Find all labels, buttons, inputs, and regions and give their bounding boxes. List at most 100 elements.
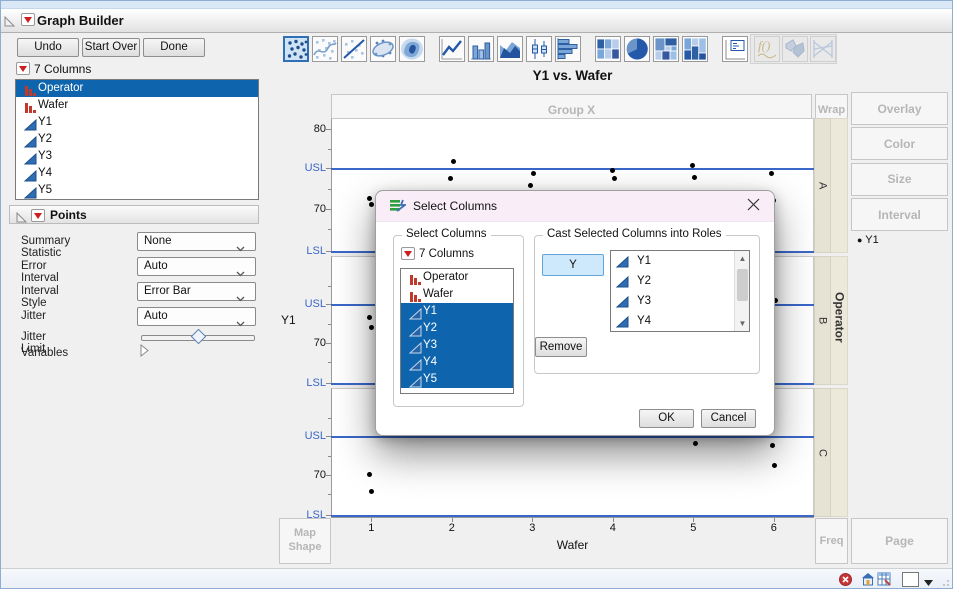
role-item-y4[interactable]: Y4 (611, 311, 749, 331)
error-badge-icon[interactable] (839, 573, 852, 588)
dropdown-value: Auto (144, 310, 168, 322)
map-shape-drop-zone[interactable]: Map Shape (279, 518, 331, 564)
graph-builder-window: Graph Builder Undo Start Over Done 7 Col… (0, 0, 953, 589)
area-chart-icon[interactable] (497, 36, 523, 62)
y-axis-minor-tick (328, 323, 331, 325)
column-item-label: Y4 (423, 356, 438, 368)
page-drop-zone[interactable]: Page (851, 518, 948, 564)
overlay-drop-zone[interactable]: Overlay (851, 92, 948, 125)
column-item-y2[interactable]: Y2 (16, 131, 258, 148)
y-axis-tick-label: 80 (313, 123, 326, 136)
bar-chart-icon[interactable] (468, 36, 494, 62)
column-item-y4[interactable]: Y4 (401, 354, 513, 371)
data-point (368, 325, 374, 331)
data-table-icon[interactable] (877, 572, 891, 588)
columns-panel-header: 7 Columns (34, 62, 92, 76)
red-triangle-menu-button[interactable] (21, 13, 35, 26)
ok-button[interactable]: OK (639, 409, 694, 428)
mosaic-icon[interactable] (682, 36, 708, 62)
select-columns-group-label: Select Columns (402, 228, 491, 240)
swatch-dropdown-arrow-icon[interactable] (924, 574, 933, 588)
y-axis-minor-tick (328, 494, 331, 496)
interval-style-dropdown[interactable]: Error Bar (137, 282, 256, 302)
group-strip-label: Operator (832, 292, 847, 343)
summary-statistic-dropdown[interactable]: None (137, 232, 256, 252)
column-item-operator[interactable]: Operator (16, 80, 258, 97)
dialog-columns-list: Operator Wafer Y1 Y2 Y3 Y4 Y5 (400, 268, 514, 394)
color-drop-zone[interactable]: Color (851, 127, 948, 161)
column-item-y2[interactable]: Y2 (401, 320, 513, 337)
column-item-wafer[interactable]: Wafer (16, 97, 258, 114)
data-point (366, 196, 372, 202)
data-point (770, 442, 776, 448)
cancel-button[interactable]: Cancel (701, 409, 756, 428)
line-of-fit-icon[interactable] (341, 36, 367, 62)
undo-button[interactable]: Undo (17, 38, 79, 57)
color-swatch[interactable] (902, 572, 919, 587)
caption-box-icon[interactable] (722, 36, 748, 62)
panel-strip-B: B (814, 256, 831, 385)
select-columns-dialog: Select Columns Select Columns 7 Columns … (375, 190, 775, 436)
x-axis-line (331, 517, 814, 518)
scroll-up-icon[interactable]: ▲ (735, 251, 750, 266)
error-interval-dropdown[interactable]: Auto (137, 257, 256, 277)
collapse-triangle-icon[interactable] (4, 14, 16, 32)
start-over-button[interactable]: Start Over (82, 38, 140, 57)
dropdown-value: Error Bar (144, 285, 191, 297)
column-item-y1[interactable]: Y1 (401, 303, 513, 320)
spec-limit-label: LSL (306, 245, 326, 257)
role-item-y2[interactable]: Y2 (611, 271, 749, 291)
columns-red-triangle-button[interactable] (16, 62, 30, 75)
freq-drop-zone[interactable]: Freq (815, 518, 848, 564)
jitter-limit-slider-track[interactable] (141, 328, 255, 345)
y-axis-minor-tick (328, 417, 331, 419)
collapse-triangle-icon[interactable] (16, 210, 28, 228)
scrollbar-thumb[interactable] (737, 269, 748, 301)
dialog-columns-red-triangle-button[interactable] (401, 247, 415, 260)
column-item-y3[interactable]: Y3 (401, 337, 513, 354)
points-red-triangle-button[interactable] (31, 209, 45, 222)
column-item-y5[interactable]: Y5 (401, 371, 513, 388)
treemap-icon[interactable] (653, 36, 679, 62)
spec-limit-label: USL (304, 297, 326, 310)
remove-button[interactable]: Remove (535, 337, 587, 357)
line-chart-icon[interactable] (439, 36, 465, 62)
pie-chart-icon[interactable] (624, 36, 650, 62)
box-plot-icon[interactable] (526, 36, 552, 62)
column-item-operator[interactable]: Operator (401, 269, 513, 286)
heatmap-icon[interactable] (595, 36, 621, 62)
resize-grip[interactable] (939, 577, 950, 588)
panel-label: C (816, 448, 829, 457)
column-item-wafer[interactable]: Wafer (401, 286, 513, 303)
points-scatter-icon[interactable] (283, 36, 309, 62)
smoother-icon[interactable] (312, 36, 338, 62)
column-item-label: Y2 (38, 133, 53, 145)
column-item-y4[interactable]: Y4 (16, 165, 258, 182)
scroll-down-icon[interactable]: ▼ (735, 316, 750, 331)
column-item-y1[interactable]: Y1 (16, 114, 258, 131)
x-axis-tick-label: 2 (448, 522, 455, 534)
jitter-dropdown[interactable]: Auto (137, 307, 256, 327)
y-role-button[interactable]: Y (542, 254, 604, 276)
contour-icon[interactable] (399, 36, 425, 62)
ellipse-icon[interactable] (370, 36, 396, 62)
jitter-limit-slider-thumb[interactable] (190, 328, 207, 345)
home-window-icon[interactable] (861, 572, 875, 588)
close-icon[interactable] (746, 197, 761, 217)
variables-disclosure-icon[interactable] (140, 343, 149, 362)
y-axis-minor-tick (328, 229, 331, 231)
points-option-label: Interval Style (21, 285, 59, 309)
done-button[interactable]: Done (143, 38, 205, 57)
interval-drop-zone[interactable]: Interval (851, 198, 948, 232)
dropdown-value: None (144, 235, 172, 247)
x-axis-tick-label: 4 (609, 522, 616, 534)
points-option-label: Summary Statistic (21, 235, 71, 259)
size-drop-zone[interactable]: Size (851, 162, 948, 196)
role-list-scrollbar[interactable]: ▲ ▼ (734, 251, 749, 331)
dialog-columns-header: 7 Columns (419, 248, 474, 260)
column-item-y3[interactable]: Y3 (16, 148, 258, 165)
column-item-y5[interactable]: Y5 (16, 182, 258, 199)
role-item-y3[interactable]: Y3 (611, 291, 749, 311)
role-item-y1[interactable]: Y1 (611, 251, 749, 271)
histogram-icon[interactable] (555, 36, 581, 62)
